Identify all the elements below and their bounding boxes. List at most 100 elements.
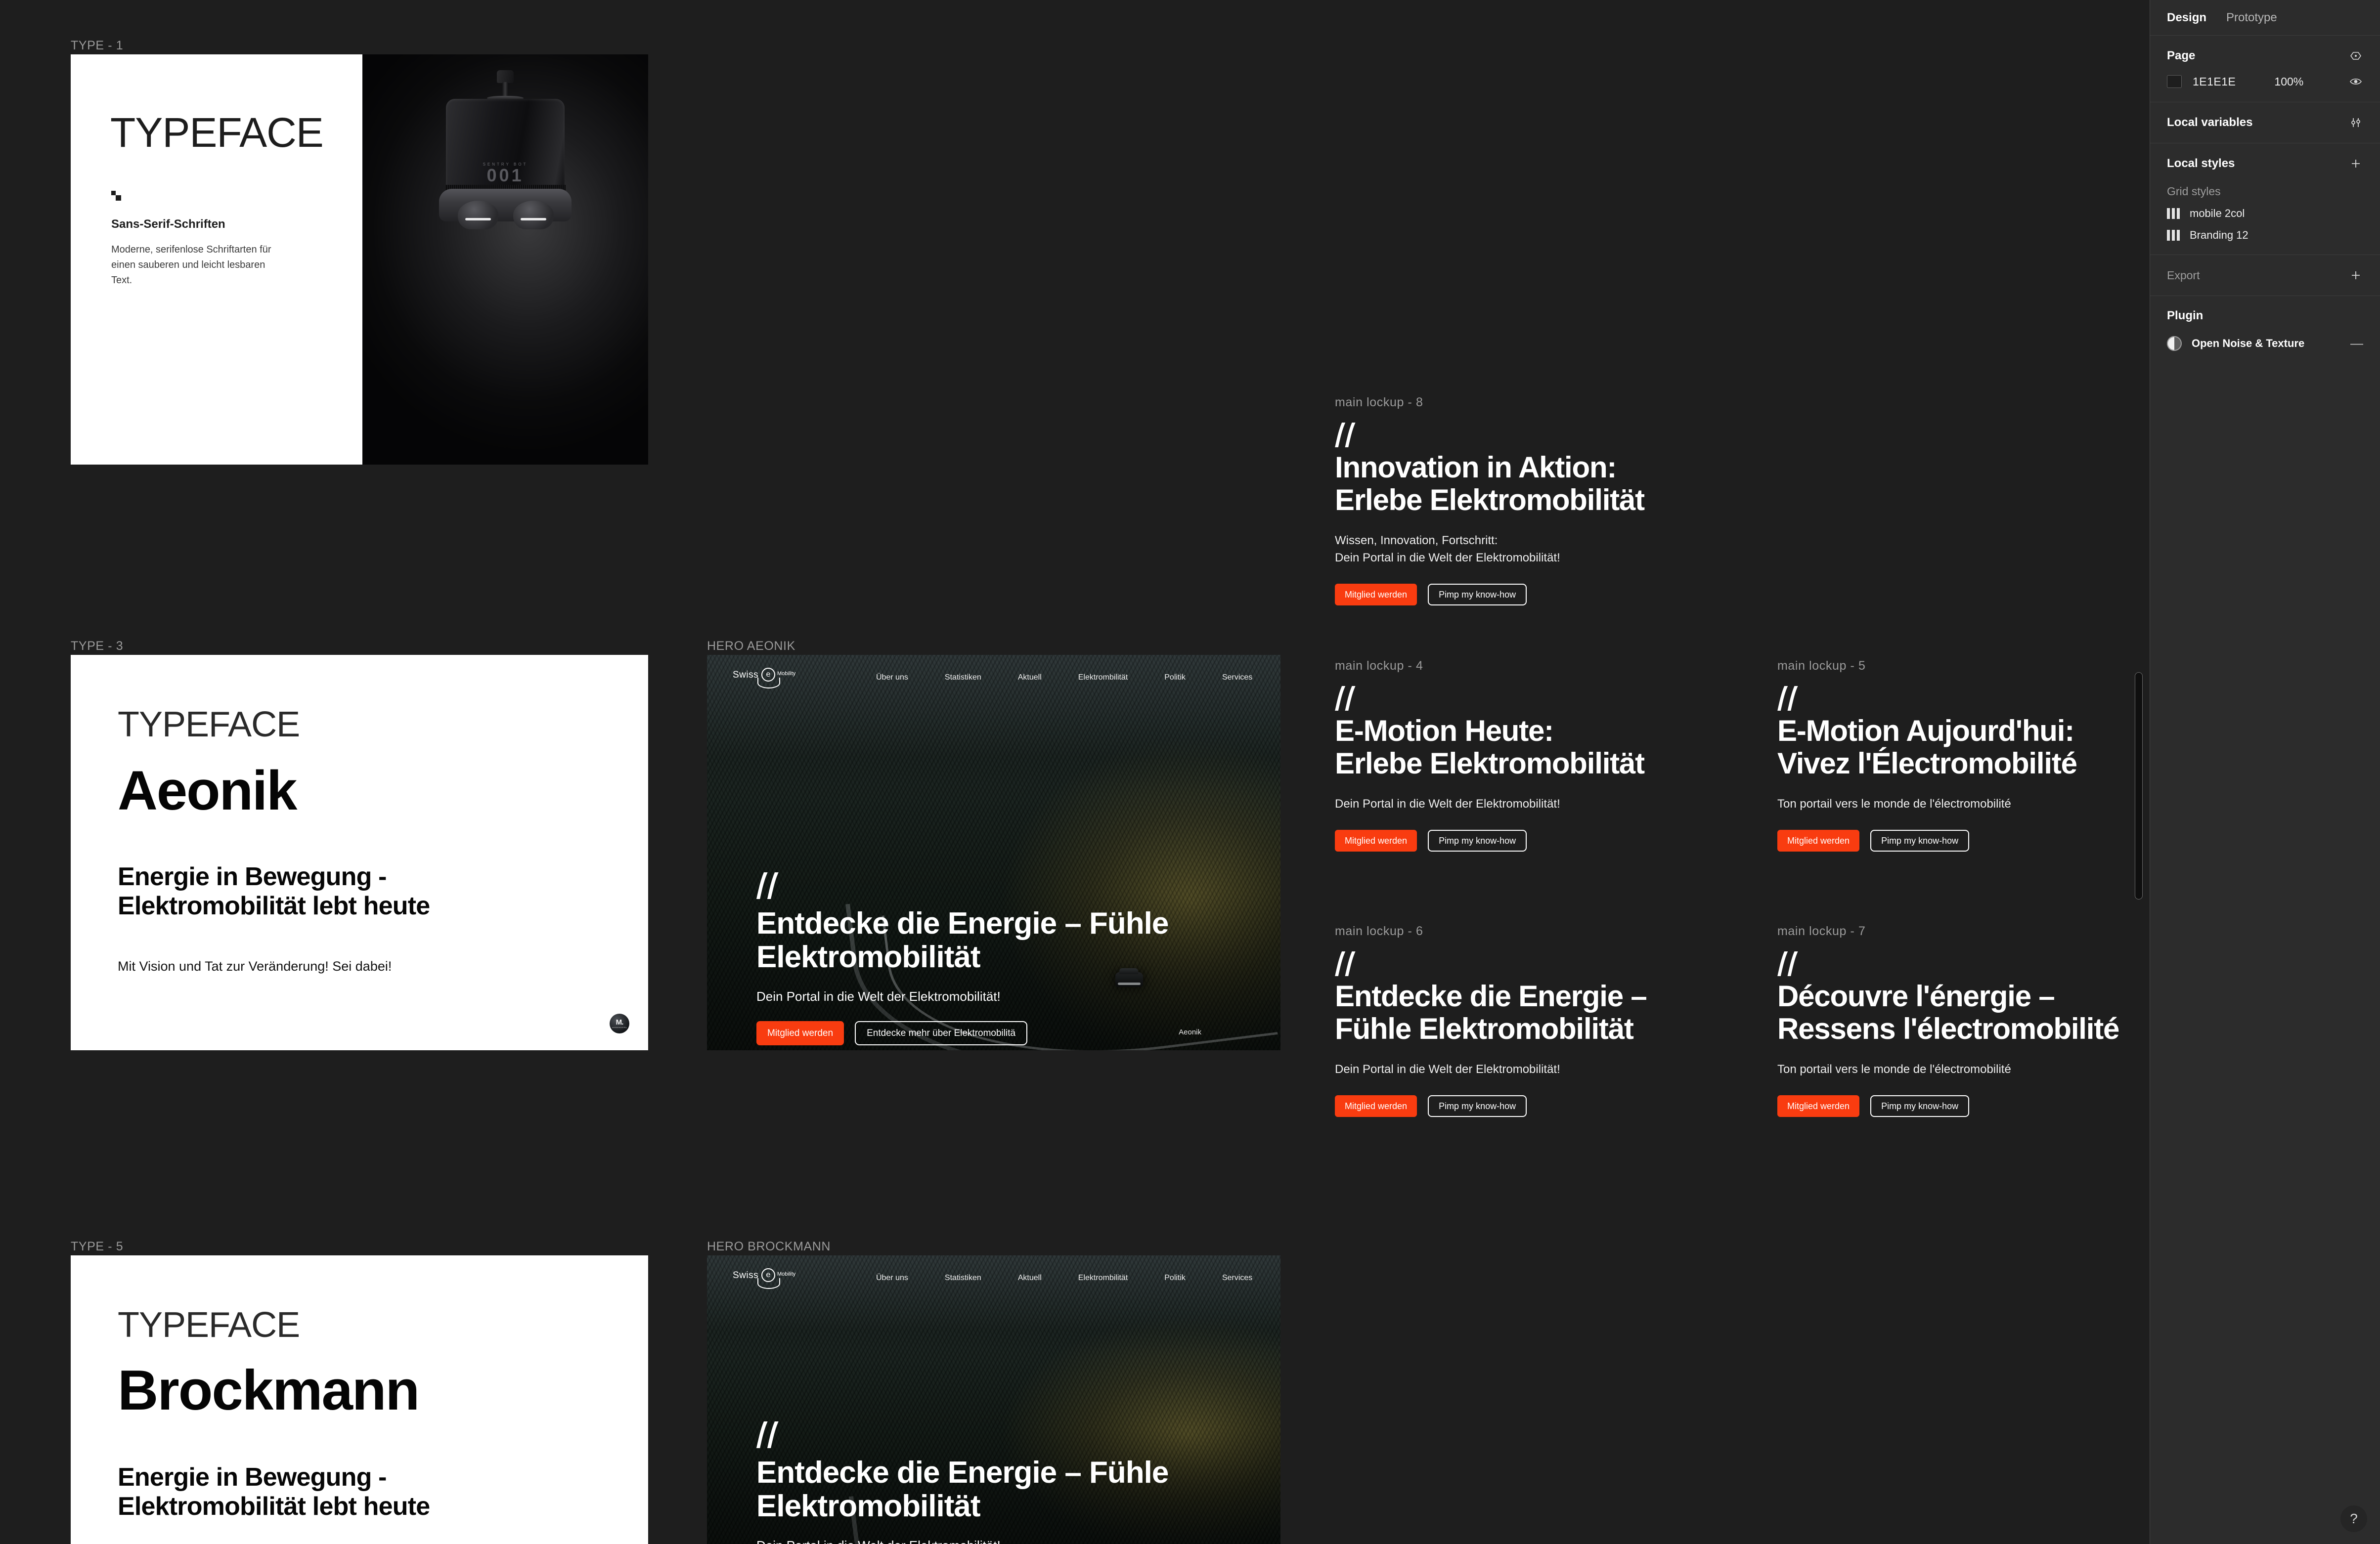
nav-item-2[interactable]: Aktuell bbox=[1018, 673, 1042, 682]
lockup-8-buttons: Mitglied werden Pimp my know-how bbox=[1335, 583, 1790, 605]
hero-brockmann-subline: Dein Portal in die Welt der Elektromobil… bbox=[756, 1538, 1280, 1544]
frame-label-hero-brockmann[interactable]: HERO BROCKMANN bbox=[707, 1240, 831, 1254]
nav-item-0[interactable]: Über uns bbox=[876, 673, 908, 682]
lockup-6-secondary-button[interactable]: Pimp my know-how bbox=[1428, 1095, 1527, 1117]
lockup-8-subline-2: Dein Portal in die Welt der Elektromobil… bbox=[1335, 551, 1560, 564]
nav-item-1[interactable]: Statistiken bbox=[945, 673, 981, 682]
plugin-item-open-noise-texture[interactable]: Open Noise & Texture — bbox=[2167, 336, 2363, 351]
hero-brockmann-content: Entdecke die Energie – Fühle Elektromobi… bbox=[756, 1421, 1280, 1544]
logo-word-swiss: Swiss bbox=[733, 1270, 759, 1281]
help-button[interactable]: ? bbox=[2340, 1505, 2367, 1532]
lockup-main-6[interactable]: main lockup - 6 Entdecke die Energie – F… bbox=[1335, 924, 1790, 1117]
nav-item-4[interactable]: Politik bbox=[1164, 673, 1186, 682]
logo-arc-icon bbox=[757, 1278, 780, 1289]
lockup-main-5[interactable]: main lockup - 5 E-Motion Aujourd'hui: Vi… bbox=[1777, 659, 2150, 852]
plus-icon[interactable] bbox=[2348, 156, 2363, 171]
style-item-mobile-2col[interactable]: mobile 2col bbox=[2167, 207, 2363, 220]
plugin-avatar-icon bbox=[2167, 336, 2182, 351]
type3-paragraph: Mit Vision und Tat zur Veränderung! Sei … bbox=[118, 959, 392, 974]
lockup-main-8[interactable]: main lockup - 8 Innovation in Aktion: Er… bbox=[1335, 395, 1790, 605]
logo-word-mobility: Mobility bbox=[777, 1271, 796, 1277]
page-section-title: Page bbox=[2167, 49, 2196, 62]
nav-item-1[interactable]: Statistiken bbox=[945, 1274, 981, 1283]
card-type-5[interactable]: TYPEFACE Brockmann Energie in Bewegung -… bbox=[71, 1255, 648, 1544]
nav-item-5[interactable]: Services bbox=[1222, 673, 1252, 682]
plugin-collapse-icon[interactable]: — bbox=[2350, 336, 2363, 351]
swiss-emobility-logo[interactable]: Swiss e Mobility bbox=[733, 667, 811, 688]
lockup-8-primary-button[interactable]: Mitglied werden bbox=[1335, 583, 1417, 605]
hero-navbar[interactable]: Swiss e Mobility Über uns Statistiken Ak… bbox=[707, 1267, 1280, 1289]
lockup-main-7[interactable]: main lockup - 7 Découvre l'énergie – Res… bbox=[1777, 924, 2150, 1117]
type1-text-pane: TYPEFACE Sans-Serif-Schriften Moderne, s… bbox=[71, 54, 362, 465]
variables-sliders-icon[interactable] bbox=[2348, 115, 2363, 130]
page-color-hex[interactable]: 1E1E1E bbox=[2193, 75, 2236, 88]
hero-navbar[interactable]: Swiss e Mobility Über uns Statistiken Ak… bbox=[707, 667, 1280, 688]
style-item-branding-12[interactable]: Branding 12 bbox=[2167, 229, 2363, 242]
frame-label-type-3[interactable]: TYPE - 3 bbox=[71, 639, 123, 653]
design-canvas[interactable]: TYPE - 1 TYPEFACE Sans-Serif-Schriften M… bbox=[0, 0, 2150, 1544]
hero-aeonik-secondary-button[interactable]: Entdecke mehr über Elektromobilitä bbox=[855, 1021, 1028, 1046]
nav-item-0[interactable]: Über uns bbox=[876, 1274, 908, 1283]
page-settings-icon[interactable] bbox=[2348, 48, 2363, 63]
lockup-8-secondary-button[interactable]: Pimp my know-how bbox=[1428, 583, 1527, 605]
card-hero-brockmann[interactable]: Swiss e Mobility Über uns Statistiken Ak… bbox=[707, 1255, 1280, 1544]
nav-item-3[interactable]: Elektrombilität bbox=[1078, 1274, 1128, 1283]
swiss-emobility-logo[interactable]: Swiss e Mobility bbox=[733, 1267, 811, 1289]
nav-item-4[interactable]: Politik bbox=[1164, 1274, 1186, 1283]
swissemobility-badge-icon: M. swissemobility bbox=[610, 1014, 629, 1033]
local-variables-title: Local variables bbox=[2167, 116, 2253, 129]
eye-icon[interactable] bbox=[2348, 74, 2363, 89]
tab-design[interactable]: Design bbox=[2167, 11, 2206, 25]
frame-label-lockup-7[interactable]: main lockup - 7 bbox=[1777, 924, 2150, 939]
export-section: Export bbox=[2150, 255, 2380, 296]
page-opacity-value[interactable]: 100% bbox=[2274, 75, 2303, 88]
lockup-4-secondary-button[interactable]: Pimp my know-how bbox=[1428, 829, 1527, 852]
type1-subtitle: Sans-Serif-Schriften bbox=[111, 217, 225, 231]
lockup-5-secondary-button[interactable]: Pimp my know-how bbox=[1870, 829, 1970, 852]
logo-word-swiss: Swiss bbox=[733, 670, 759, 680]
frame-label-lockup-6[interactable]: main lockup - 6 bbox=[1335, 924, 1790, 939]
frame-label-lockup-4[interactable]: main lockup - 4 bbox=[1335, 659, 1790, 673]
frame-label-type-5[interactable]: TYPE - 5 bbox=[71, 1240, 123, 1254]
card-hero-aeonik[interactable]: Swiss e Mobility Über uns Statistiken Ak… bbox=[707, 655, 1280, 1050]
type5-headline: Energie in Bewegung - Elektromobilität l… bbox=[118, 1463, 430, 1521]
plugin-name: Open Noise & Texture bbox=[2192, 337, 2305, 349]
lockup-4-headline-line1: E-Motion Heute: bbox=[1335, 714, 1554, 747]
grid-columns-icon bbox=[2167, 230, 2180, 241]
double-slash-icon bbox=[1777, 951, 2150, 976]
panel-tabs: Design Prototype bbox=[2150, 0, 2380, 36]
lockup-7-secondary-button[interactable]: Pimp my know-how bbox=[1870, 1095, 1970, 1117]
style-name-0: mobile 2col bbox=[2190, 207, 2245, 219]
frame-label-lockup-8[interactable]: main lockup - 8 bbox=[1335, 395, 1790, 410]
card-type-3[interactable]: TYPEFACE Aeonik Energie in Bewegung - El… bbox=[71, 655, 648, 1050]
nav-item-5[interactable]: Services bbox=[1222, 1274, 1252, 1283]
canvas-vertical-scrollbar[interactable] bbox=[2135, 672, 2143, 900]
card-type-1[interactable]: TYPEFACE Sans-Serif-Schriften Moderne, s… bbox=[71, 54, 648, 465]
grid-columns-icon bbox=[2167, 208, 2180, 219]
hero-aeonik-credit: Aeonik bbox=[1179, 1028, 1201, 1036]
lockup-4-buttons: Mitglied werden Pimp my know-how bbox=[1335, 829, 1790, 852]
lockup-4-primary-button[interactable]: Mitglied werden bbox=[1335, 829, 1417, 852]
lockup-7-headline-line1: Découvre l'énergie – bbox=[1777, 980, 2055, 1013]
frame-label-type-1[interactable]: TYPE - 1 bbox=[71, 39, 123, 53]
hero-nav-list: Über uns Statistiken Aktuell Elektrombil… bbox=[876, 673, 1252, 682]
hero-aeonik-content: Entdecke die Energie – Fühle Elektromobi… bbox=[756, 872, 1280, 1046]
page-color-swatch[interactable] bbox=[2167, 75, 2182, 88]
type3-font-name: Aeonik bbox=[118, 760, 297, 821]
frame-label-lockup-5[interactable]: main lockup - 5 bbox=[1777, 659, 2150, 673]
double-slash-icon bbox=[1335, 951, 1790, 976]
lockup-5-primary-button[interactable]: Mitglied werden bbox=[1777, 829, 1860, 852]
frame-label-hero-aeonik[interactable]: HERO AEONIK bbox=[707, 639, 795, 653]
type5-font-name: Brockmann bbox=[118, 1359, 420, 1422]
type5-title: TYPEFACE bbox=[118, 1305, 300, 1345]
plus-icon[interactable] bbox=[2348, 268, 2363, 283]
hero-aeonik-primary-button[interactable]: Mitglied werden bbox=[756, 1021, 844, 1046]
nav-item-3[interactable]: Elektrombilität bbox=[1078, 673, 1128, 682]
lockup-6-primary-button[interactable]: Mitglied werden bbox=[1335, 1095, 1417, 1117]
plugin-section: Plugin Open Noise & Texture — bbox=[2150, 296, 2380, 364]
nav-item-2[interactable]: Aktuell bbox=[1018, 1274, 1042, 1283]
tab-prototype[interactable]: Prototype bbox=[2226, 11, 2277, 25]
lockup-7-primary-button[interactable]: Mitglied werden bbox=[1777, 1095, 1860, 1117]
logo-arc-icon bbox=[757, 678, 780, 688]
lockup-main-4[interactable]: main lockup - 4 E-Motion Heute: Erlebe E… bbox=[1335, 659, 1790, 852]
